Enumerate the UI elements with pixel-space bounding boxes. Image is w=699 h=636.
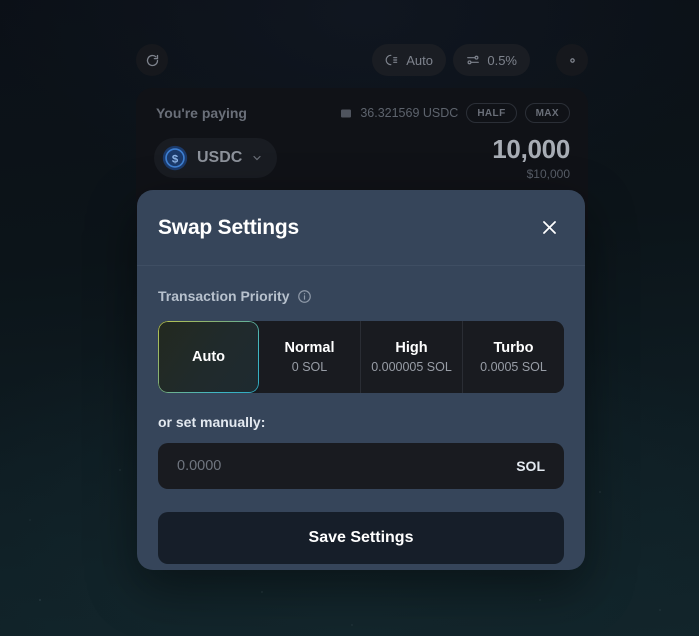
- close-icon: [542, 221, 556, 234]
- priority-pill-label: Auto: [406, 52, 433, 68]
- pay-header-row: You're paying 36.321569 USDC HALF MAX: [156, 102, 570, 124]
- priority-fee-icon: [385, 54, 398, 66]
- refresh-button[interactable]: [136, 44, 168, 76]
- priority-option-fee: 0.000005 SOL: [371, 360, 452, 374]
- priority-fee-pill[interactable]: Auto: [372, 44, 446, 76]
- priority-option-normal[interactable]: Normal 0 SOL: [259, 321, 360, 393]
- transaction-priority-header: Transaction Priority: [158, 288, 564, 304]
- info-icon[interactable]: [297, 289, 312, 304]
- priority-option-auto[interactable]: Auto: [158, 321, 259, 393]
- priority-option-title: Normal: [284, 340, 335, 356]
- svg-text:$: $: [172, 153, 179, 165]
- wallet-icon: [341, 109, 352, 117]
- token-symbol: USDC: [197, 149, 243, 166]
- amount-display[interactable]: 10,000 $10,000: [492, 134, 570, 181]
- manual-fee-unit: SOL: [516, 458, 545, 474]
- amount-value: 10,000: [492, 134, 570, 164]
- max-button[interactable]: MAX: [524, 103, 570, 123]
- slippage-pill-label: 0.5%: [487, 52, 517, 68]
- half-button[interactable]: HALF: [466, 103, 517, 123]
- priority-segment-group: Auto Normal 0 SOL High 0.000005 SOL Turb…: [158, 321, 564, 393]
- modal-title: Swap Settings: [158, 215, 299, 239]
- amount-usd-value: $10,000: [526, 167, 570, 181]
- save-settings-button[interactable]: Save Settings: [158, 512, 564, 564]
- chevron-down-icon: [253, 155, 261, 161]
- slippage-sliders-icon: [467, 55, 480, 65]
- usdc-token-icon: $: [162, 145, 188, 171]
- swap-toolbar: Auto 0.5%: [136, 44, 588, 76]
- manual-fee-field[interactable]: SOL: [158, 443, 564, 489]
- modal-body: Transaction Priority Auto Normal 0 SOL H…: [137, 266, 585, 564]
- refresh-icon: [146, 54, 158, 66]
- swap-settings-modal: Swap Settings Transaction Priority Auto: [137, 190, 585, 570]
- priority-option-fee: 0.0005 SOL: [480, 360, 547, 374]
- amount-row: $ USDC 10,000 $10,000: [154, 134, 570, 196]
- token-selector-usdc[interactable]: $ USDC: [154, 138, 278, 178]
- priority-option-title: Turbo: [493, 340, 534, 356]
- manual-fee-input[interactable]: [177, 458, 517, 474]
- wallet-balance: 36.321569 USDC: [360, 106, 459, 120]
- pay-label: You're paying: [156, 105, 247, 121]
- priority-option-fee: 0 SOL: [291, 360, 328, 374]
- transaction-priority-label: Transaction Priority: [158, 288, 290, 304]
- settings-button[interactable]: [556, 44, 588, 76]
- priority-option-high[interactable]: High 0.000005 SOL: [360, 321, 462, 393]
- priority-option-title: Auto: [191, 349, 225, 365]
- manual-entry-label: or set manually:: [158, 414, 266, 430]
- app-background: Auto 0.5% You're paying 36.321569 USDC H…: [0, 0, 699, 636]
- modal-header: Swap Settings: [137, 190, 585, 266]
- close-button[interactable]: [535, 214, 563, 242]
- priority-option-title: High: [395, 340, 428, 356]
- priority-option-turbo[interactable]: Turbo 0.0005 SOL: [462, 321, 564, 393]
- slippage-pill[interactable]: 0.5%: [453, 44, 530, 76]
- gear-icon: [569, 57, 575, 63]
- balance-group: 36.321569 USDC HALF MAX: [340, 103, 570, 123]
